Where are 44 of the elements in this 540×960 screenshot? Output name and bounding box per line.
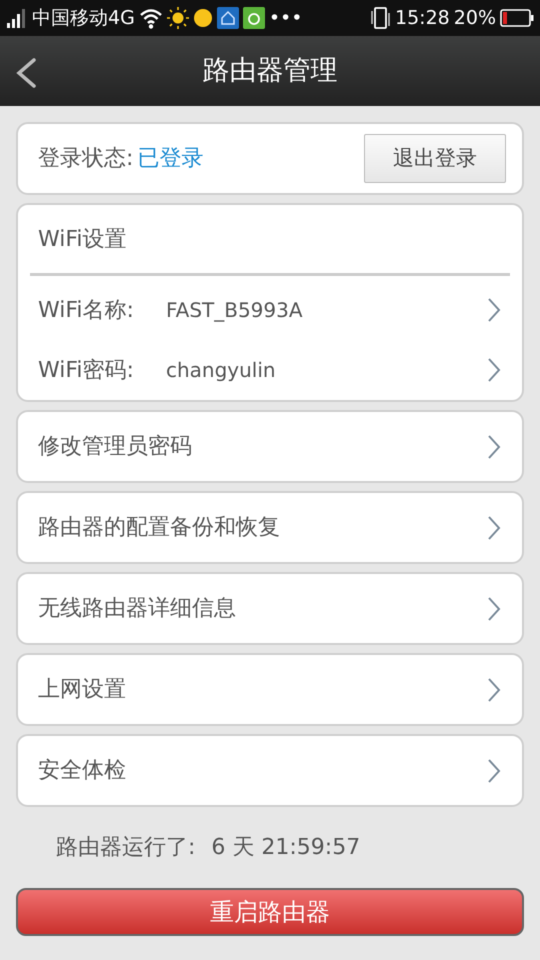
wifi-row[interactable]: WiFi密码: changyulin xyxy=(18,340,522,400)
app-icon xyxy=(242,7,265,29)
carrier-name: 中国移动4G xyxy=(32,6,135,31)
chevron-right-icon xyxy=(486,756,502,784)
sun-icon xyxy=(166,7,189,29)
vibrate-icon xyxy=(369,6,391,30)
menu-label: 上网设置 xyxy=(38,676,126,704)
chevron-right-icon xyxy=(486,356,502,384)
login-status-label: 登录状态: xyxy=(38,145,134,173)
notification-icon xyxy=(192,8,213,28)
back-icon[interactable] xyxy=(14,58,38,88)
login-status-value: 已登录 xyxy=(137,145,204,173)
app-icon xyxy=(216,7,239,29)
menu-label: 无线路由器详细信息 xyxy=(38,595,236,623)
menu-label: 安全体检 xyxy=(38,757,126,785)
chevron-right-icon xyxy=(486,296,502,324)
menu-item[interactable]: 路由器的配置备份和恢复 xyxy=(16,491,524,564)
menu-item[interactable]: 上网设置 xyxy=(16,653,524,726)
battery-percent: 20% xyxy=(454,6,496,31)
menu-label: 路由器的配置备份和恢复 xyxy=(38,514,280,542)
more-indicator: ••• xyxy=(268,6,302,31)
wifi-value: FAST_B5993A xyxy=(166,297,304,324)
section-title: WiFi设置 xyxy=(38,226,127,254)
uptime-label: 路由器运行了: xyxy=(56,834,196,862)
chevron-right-icon xyxy=(486,594,502,622)
restart-button[interactable]: 重启路由器 xyxy=(16,888,524,936)
wifi-label: WiFi名称: xyxy=(38,296,134,324)
wifi-value: changyulin xyxy=(166,357,277,384)
page-title: 路由器管理 xyxy=(202,54,338,88)
signal-icon xyxy=(6,8,28,28)
chevron-right-icon xyxy=(486,432,502,460)
clock-time: 15:28 xyxy=(395,6,450,31)
menu-item[interactable]: 修改管理员密码 xyxy=(16,410,524,483)
wifi-icon xyxy=(138,7,163,29)
menu-item[interactable]: 无线路由器详细信息 xyxy=(16,572,524,645)
logout-button[interactable]: 退出登录 xyxy=(364,134,506,184)
wifi-row[interactable]: WiFi名称: FAST_B5993A xyxy=(18,280,522,340)
wifi-label: WiFi密码: xyxy=(38,356,134,384)
menu-item[interactable]: 安全体检 xyxy=(16,734,524,807)
chevron-right-icon xyxy=(486,514,502,542)
chevron-right-icon xyxy=(486,676,502,704)
menu-label: 修改管理员密码 xyxy=(38,433,192,461)
uptime-value: 6 天 21:59:57 xyxy=(211,834,360,862)
battery-icon xyxy=(500,9,534,27)
